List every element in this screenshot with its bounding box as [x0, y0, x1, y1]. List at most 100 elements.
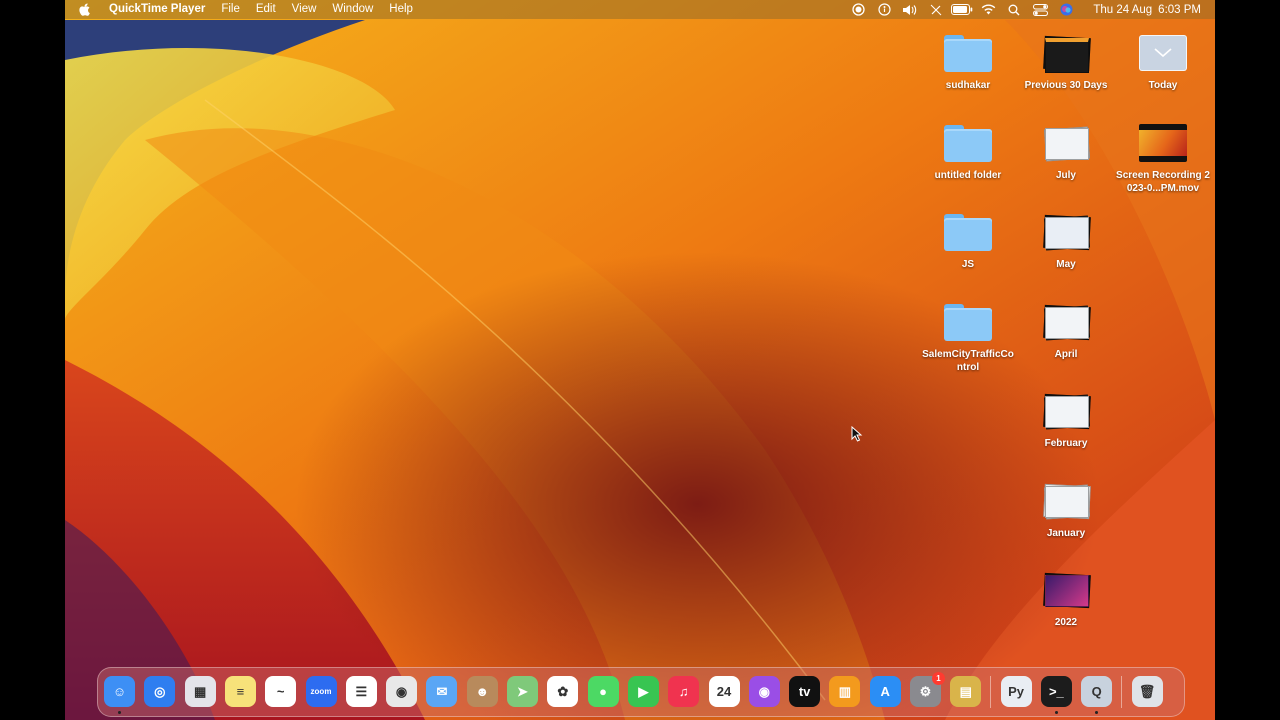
menu-view[interactable]: View — [284, 0, 325, 19]
desktop-folder-js[interactable]: JS — [916, 210, 1020, 272]
dock-glyph: ☺ — [112, 684, 127, 699]
folder-icon — [942, 300, 994, 344]
stack-icon — [1040, 210, 1092, 254]
notification-badge: 1 — [932, 672, 945, 685]
dock-glyph: >_ — [1048, 684, 1064, 699]
trash-icon[interactable]: 🗑 — [1131, 676, 1163, 707]
menu-window[interactable]: Window — [324, 0, 381, 19]
reminders-icon[interactable]: ☰ — [345, 676, 377, 707]
terminal-icon[interactable]: >_ — [1040, 676, 1072, 707]
apple-menu-icon[interactable] — [65, 3, 101, 17]
stack-icon — [1040, 479, 1092, 523]
dock-glyph: ● — [599, 684, 608, 699]
desktop-stack-today[interactable]: Today — [1111, 31, 1215, 93]
spotlight-search-icon[interactable] — [1001, 0, 1027, 19]
stack-icon — [1040, 31, 1092, 75]
video-file-icon — [1137, 121, 1189, 165]
desktop-item-label: Previous 30 Days — [1024, 80, 1108, 91]
battery-icon[interactable] — [949, 0, 975, 19]
notes-icon[interactable]: ≡ — [224, 676, 256, 707]
dock-glyph: 🗑 — [1138, 683, 1156, 699]
menu-bar: QuickTime Player File Edit View Window H… — [65, 0, 1215, 19]
maps-icon[interactable]: ➤ — [507, 676, 538, 707]
desktop-screen: QuickTime Player File Edit View Window H… — [65, 0, 1215, 720]
dock-glyph: ≡ — [236, 684, 245, 699]
photos-icon[interactable]: ✿ — [547, 676, 579, 707]
desktop-item-label: sudhakar — [945, 80, 991, 91]
apple-tv-icon[interactable]: tv — [789, 676, 821, 707]
menu-clock[interactable]: Thu 24 Aug 6:03 PM — [1079, 4, 1201, 16]
dock-glyph: ◎ — [154, 683, 166, 699]
desktop-folder-sudhakar[interactable]: sudhakar — [916, 31, 1020, 93]
desktop-stack-previous-30-days[interactable]: Previous 30 Days — [1014, 31, 1118, 93]
clock-date: Thu 24 Aug — [1093, 3, 1153, 16]
zoom-icon[interactable]: zoom — [305, 676, 337, 707]
desktop-item-label: July — [1055, 170, 1076, 181]
desktop-file-screen-recording[interactable]: Screen Recording 2023-0...PM.mov — [1111, 121, 1215, 195]
running-indicator — [118, 711, 121, 714]
desktop-item-label: untitled folder — [934, 170, 1002, 181]
desktop-item-label: February — [1044, 438, 1088, 449]
desktop-stack-february[interactable]: February — [1014, 389, 1118, 451]
desktop-folder-untitled[interactable]: untitled folder — [916, 121, 1020, 183]
system-settings-icon[interactable]: ⚙ 1 — [910, 672, 945, 707]
dock-glyph: zoom — [310, 687, 332, 696]
folder-icon — [942, 210, 994, 254]
dock-glyph: ☰ — [355, 683, 368, 699]
desktop-folder-salem[interactable]: SalemCityTrafficControl — [916, 300, 1020, 374]
finder-icon[interactable]: ☺ — [104, 676, 135, 707]
dock-glyph: ➤ — [517, 683, 528, 699]
control-center-icon[interactable] — [1027, 0, 1053, 19]
siri-icon[interactable] — [1053, 0, 1079, 19]
dock-glyph: ▦ — [193, 683, 207, 699]
screen-record-icon[interactable] — [845, 0, 871, 19]
freeform-icon[interactable]: ~ — [265, 676, 297, 707]
app-store-icon[interactable]: A — [869, 676, 901, 707]
dock-glyph: A — [880, 684, 890, 699]
quicktime-player-icon[interactable]: Q — [1081, 676, 1113, 707]
mail-icon[interactable]: ✉ — [426, 676, 458, 707]
calendar-icon[interactable]: 24 — [708, 676, 740, 707]
desktop-stack-2022[interactable]: 2022 — [1014, 568, 1118, 630]
dock: ☺ ◎ ▦ ≡ ~ zoom ☰ ◉ ✉ ☻ ➤ ✿ ● ▶ ♫ 24 ◉ tv ▥ A ⚙ 1 ▤ Py >_ Q 🗑 — [97, 667, 1185, 717]
status-area: Thu 24 Aug 6:03 PM — [845, 0, 1201, 19]
mouse-cursor-icon — [851, 426, 863, 442]
books-icon[interactable]: ▥ — [829, 676, 861, 707]
messages-icon[interactable]: ● — [587, 676, 619, 707]
desktop-item-label: April — [1054, 349, 1078, 360]
desktop-item-label: 2022 — [1054, 617, 1078, 628]
facetime-icon[interactable]: ▶ — [627, 676, 659, 707]
desktop-stack-january[interactable]: January — [1014, 479, 1118, 541]
app-menu-quicktime[interactable]: QuickTime Player — [101, 0, 213, 19]
python-launcher-icon[interactable]: Py — [1000, 676, 1032, 707]
volume-icon[interactable] — [897, 0, 923, 19]
podcasts-icon[interactable]: ◉ — [748, 676, 780, 707]
desktop-stack-july[interactable]: July — [1014, 121, 1118, 183]
contacts-icon[interactable]: ☻ — [466, 676, 498, 707]
accessibility-icon[interactable] — [871, 0, 897, 19]
safari-icon[interactable]: ◎ — [144, 676, 176, 707]
stack-icon — [1040, 300, 1092, 344]
running-indicator — [1095, 711, 1099, 714]
chrome-icon[interactable]: ◉ — [386, 676, 418, 707]
dock-separator — [989, 676, 991, 708]
pen-slash-icon[interactable] — [923, 0, 949, 19]
music-icon[interactable]: ♫ — [668, 676, 700, 707]
dock-glyph: tv — [798, 684, 811, 699]
folder-icon — [942, 31, 994, 75]
wifi-icon[interactable] — [975, 0, 1001, 19]
archive-utility-icon[interactable]: ▤ — [950, 676, 982, 707]
menu-file[interactable]: File — [213, 0, 248, 19]
dock-glyph: ☻ — [475, 684, 490, 699]
clock-time: 6:03 PM — [1158, 3, 1201, 16]
desktop-item-label: Screen Recording 2023-0...PM.mov — [1116, 170, 1210, 194]
menu-edit[interactable]: Edit — [248, 0, 284, 19]
launchpad-icon[interactable]: ▦ — [184, 676, 216, 707]
dock-glyph: ▶ — [638, 683, 649, 699]
desktop-stack-may[interactable]: May — [1014, 210, 1118, 272]
menu-help[interactable]: Help — [381, 0, 421, 19]
dock-glyph: Py — [1008, 684, 1025, 699]
desktop-stack-april[interactable]: April — [1014, 300, 1118, 362]
stack-icon — [1137, 31, 1189, 75]
dock-glyph: ◉ — [758, 683, 770, 699]
